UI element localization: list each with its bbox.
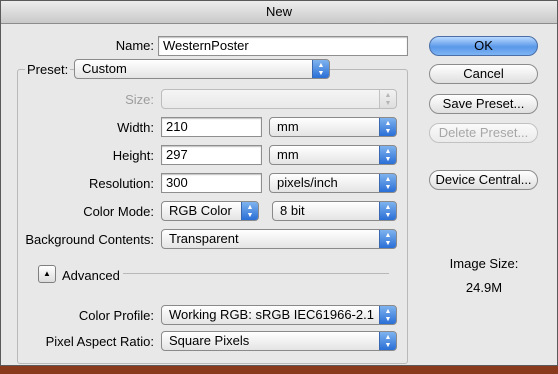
up-down-arrows-icon: ▲ ▼	[379, 332, 396, 350]
width-input[interactable]: 210	[161, 117, 262, 137]
height-label: Height:	[112, 148, 154, 163]
color-mode-label: Color Mode:	[83, 204, 154, 219]
up-down-arrows-icon: ▲ ▼	[241, 202, 258, 220]
resolution-unit-select[interactable]: pixels/inch ▲ ▼	[269, 173, 397, 193]
up-down-arrows-icon: ▲ ▼	[379, 174, 396, 192]
color-mode-select[interactable]: RGB Color ▲ ▼	[161, 201, 259, 221]
pixel-aspect-ratio-select[interactable]: Square Pixels ▲ ▼	[161, 331, 397, 351]
width-label: Width:	[117, 120, 154, 135]
advanced-divider	[123, 273, 389, 274]
pixel-aspect-ratio-label: Pixel Aspect Ratio:	[45, 334, 154, 349]
image-size-label: Image Size:	[449, 256, 519, 271]
height-input[interactable]: 297	[161, 145, 262, 165]
cancel-button[interactable]: Cancel	[429, 64, 538, 84]
size-label: Size:	[125, 92, 154, 107]
name-label: Name:	[115, 38, 154, 53]
background-contents-label: Background Contents:	[25, 232, 154, 247]
device-central-button[interactable]: Device Central...	[429, 170, 538, 190]
resolution-unit-value: pixels/inch	[277, 175, 338, 190]
width-unit-select[interactable]: mm ▲ ▼	[269, 117, 397, 137]
bit-depth-select[interactable]: 8 bit ▲ ▼	[272, 201, 397, 221]
preset-select[interactable]: Custom ▲ ▼	[74, 59, 330, 79]
up-down-arrows-icon: ▲ ▼	[379, 306, 396, 324]
height-unit-select[interactable]: mm ▲ ▼	[269, 145, 397, 165]
up-down-arrows-icon: ▲ ▼	[379, 118, 396, 136]
advanced-label: Advanced	[62, 268, 120, 283]
up-down-arrows-icon: ▲ ▼	[312, 60, 329, 78]
preset-value: Custom	[82, 61, 127, 76]
bit-depth-value: 8 bit	[280, 203, 305, 218]
ok-button[interactable]: OK	[429, 36, 538, 56]
resolution-input[interactable]: 300	[161, 173, 262, 193]
preset-label: Preset:	[25, 62, 71, 77]
height-unit-value: mm	[277, 147, 299, 162]
up-down-arrows-icon: ▲ ▼	[379, 230, 396, 248]
up-down-arrows-icon: ▲ ▼	[379, 146, 396, 164]
pixel-aspect-ratio-value: Square Pixels	[169, 333, 250, 348]
save-preset-button[interactable]: Save Preset...	[429, 94, 538, 114]
triangle-up-icon: ▲	[43, 269, 51, 278]
background-contents-select[interactable]: Transparent ▲ ▼	[161, 229, 397, 249]
new-document-dialog: New Name: WesternPoster Preset: Custom ▲…	[0, 0, 558, 366]
width-unit-value: mm	[277, 119, 299, 134]
color-profile-select[interactable]: Working RGB: sRGB IEC61966-2.1 ▲ ▼	[161, 305, 397, 325]
name-input[interactable]: WesternPoster	[158, 36, 408, 56]
window-title: New	[1, 1, 557, 24]
up-down-arrows-icon: ▲ ▼	[379, 90, 396, 108]
size-select: ▲ ▼	[161, 89, 397, 109]
background-contents-value: Transparent	[169, 231, 239, 246]
delete-preset-button: Delete Preset...	[429, 123, 538, 143]
image-size-value: 24.9M	[465, 280, 503, 295]
color-profile-label: Color Profile:	[78, 308, 154, 323]
up-down-arrows-icon: ▲ ▼	[379, 202, 396, 220]
color-profile-value: Working RGB: sRGB IEC61966-2.1	[169, 307, 374, 322]
resolution-label: Resolution:	[88, 176, 154, 191]
color-mode-value: RGB Color	[169, 203, 232, 218]
advanced-toggle-button[interactable]: ▲	[38, 265, 56, 283]
